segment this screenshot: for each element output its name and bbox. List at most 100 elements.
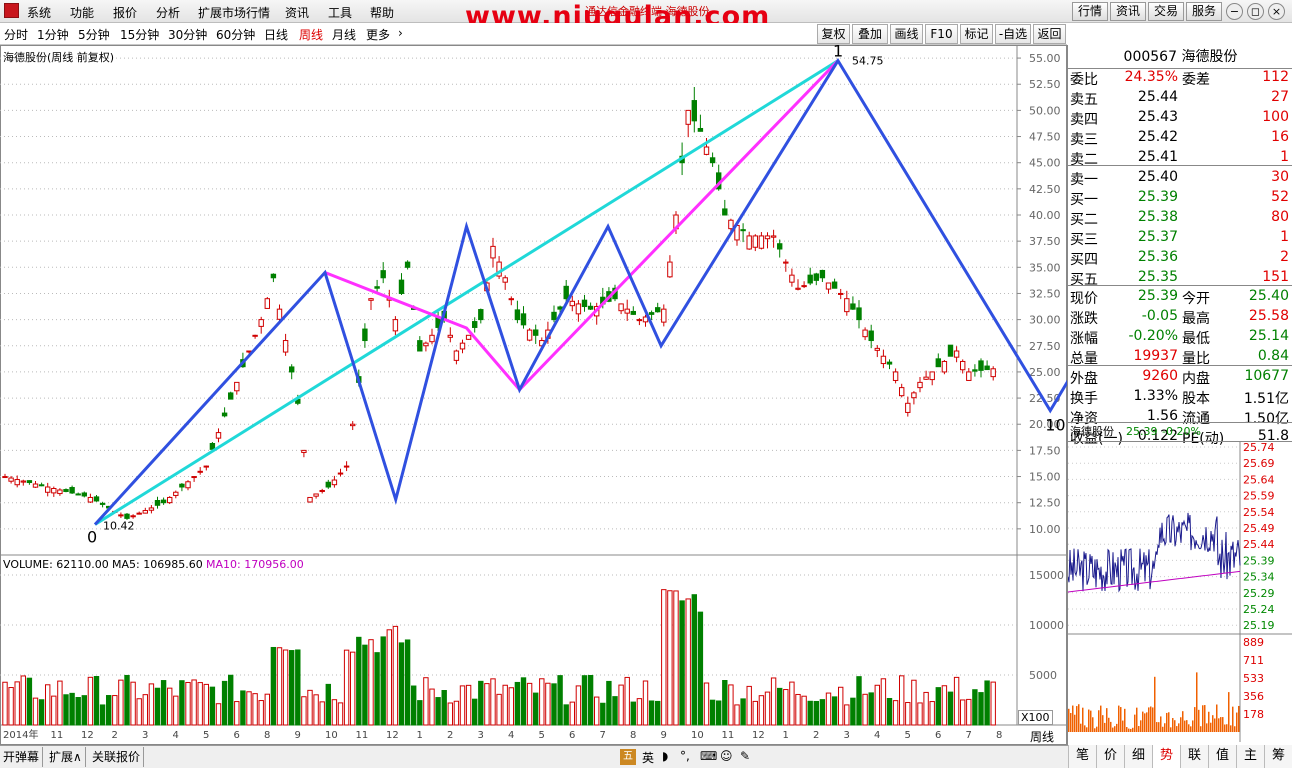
candle-body: [813, 273, 819, 281]
vol-tick-label: 10000: [1029, 619, 1064, 632]
menu-analysis[interactable]: 分析: [156, 4, 180, 21]
mini-price-tick: 25.34: [1243, 571, 1275, 584]
menu-functions[interactable]: 功能: [70, 4, 94, 21]
volume-bar: [380, 636, 386, 726]
volume-bar: [514, 681, 521, 726]
period-1min[interactable]: 1分钟: [37, 26, 69, 43]
period-60min[interactable]: 60分钟: [216, 26, 255, 43]
volume-bar: [215, 703, 222, 726]
back-button[interactable]: 返回: [1033, 24, 1066, 44]
period-weekly[interactable]: 周线: [299, 26, 323, 43]
volume-bar: [423, 677, 429, 726]
related-quotes-button[interactable]: 关联报价: [89, 747, 145, 767]
candle-body: [87, 496, 94, 503]
volume-bar: [14, 681, 20, 726]
panel-tab[interactable]: 主: [1236, 745, 1264, 768]
kline-svg[interactable]: 55.00 52.50 50.00 47.50 45.00 42.50 40.00 37.50…: [0, 45, 1067, 745]
keyboard-icon[interactable]: ⌨: [700, 749, 717, 763]
x-tick-label: 6: [569, 730, 575, 741]
quote-row: 总量 19937 量比 0.84: [1068, 347, 1292, 367]
f10-button[interactable]: F10: [925, 24, 958, 44]
quote-row: 买三 25.37 1: [1068, 228, 1292, 248]
quote-row: 现价 25.39 今开 25.40: [1068, 287, 1292, 307]
draw-line-button[interactable]: 画线: [890, 24, 923, 44]
kline-chart-area[interactable]: 55.00 52.50 50.00 47.50 45.00 42.50 40.00 37.50…: [0, 45, 1067, 745]
period-daily[interactable]: 日线: [264, 26, 288, 43]
volume-bar: [490, 678, 496, 726]
mini-vol-bar: [1102, 715, 1104, 732]
intraday-chart[interactable]: 25.74 25.69 25.64 25.59 25.54 25.49 25.44 25.39…: [1068, 442, 1292, 742]
ime-english[interactable]: 英: [642, 749, 654, 766]
candle-body: [850, 303, 856, 310]
volume-bar: [411, 685, 417, 726]
restore-icon[interactable]: ◻: [1247, 3, 1264, 20]
panel-tab[interactable]: 势: [1152, 745, 1180, 768]
y-tick-label: 37.50: [1029, 235, 1061, 248]
mini-vol-bar: [1140, 720, 1142, 732]
candle-body: [795, 287, 801, 290]
mini-vol-bar: [1120, 707, 1122, 732]
candle-body: [581, 299, 588, 308]
mini-stock-name: 海德股份: [1070, 425, 1114, 438]
quote-value-2: 30: [1271, 169, 1289, 185]
menu-system[interactable]: 系统: [27, 4, 51, 21]
period-15min[interactable]: 15分钟: [120, 26, 159, 43]
period-more[interactable]: 更多: [366, 26, 390, 43]
trade-button[interactable]: 交易: [1148, 2, 1184, 21]
adjust-rights-button[interactable]: 复权: [817, 24, 850, 44]
close-icon[interactable]: ×: [1268, 3, 1285, 20]
moon-icon[interactable]: ◗: [662, 749, 668, 763]
mini-price-tick: 25.24: [1243, 603, 1275, 616]
panel-tab[interactable]: 笔: [1068, 745, 1096, 768]
menu-tools[interactable]: 工具: [328, 4, 352, 21]
panel-tab[interactable]: 价: [1096, 745, 1124, 768]
user-icon[interactable]: ☺: [720, 749, 733, 763]
punctuation-icon[interactable]: °,: [680, 749, 690, 763]
period-tick[interactable]: 分时: [4, 26, 28, 43]
quote-label: 买四: [1070, 252, 1098, 268]
input-method-icon[interactable]: 五: [620, 749, 636, 765]
quote-value-2: 25.14: [1248, 328, 1289, 344]
overlay-button[interactable]: 叠加: [852, 24, 888, 44]
quote-value-2: 0.84: [1257, 348, 1289, 364]
candle-body: [838, 292, 844, 295]
service-button[interactable]: 服务: [1186, 2, 1222, 21]
panel-tab[interactable]: 联: [1180, 745, 1208, 768]
quote-label: 买五: [1070, 272, 1098, 288]
info-button[interactable]: 资讯: [1110, 2, 1146, 21]
chevron-right-icon[interactable]: ›: [398, 26, 403, 40]
volume-bar: [484, 683, 490, 726]
menu-help[interactable]: 帮助: [370, 4, 394, 21]
period-5min[interactable]: 5分钟: [78, 26, 110, 43]
extended-button[interactable]: 扩展∧: [46, 747, 86, 767]
period-30min[interactable]: 30分钟: [168, 26, 207, 43]
quote-value-2: 52: [1271, 189, 1289, 205]
candle-body: [655, 307, 661, 313]
volume-bar: [441, 690, 447, 726]
panel-tab[interactable]: 细: [1124, 745, 1152, 768]
menu-quotes[interactable]: 报价: [113, 4, 137, 21]
quote-value: 25.36: [1137, 249, 1178, 265]
popup-button[interactable]: 开弹幕: [0, 747, 44, 767]
menu-info[interactable]: 资讯: [285, 4, 309, 21]
wrench-icon[interactable]: ✎: [740, 749, 750, 763]
quote-label: 卖四: [1070, 112, 1098, 128]
mini-vol-bar: [1210, 722, 1212, 732]
candle-body: [856, 307, 862, 321]
mini-vol-bar: [1238, 705, 1240, 732]
mark-button[interactable]: 标记: [960, 24, 993, 44]
wave-label-1: 1: [833, 45, 843, 61]
volume-bar: [526, 682, 533, 726]
panel-tab[interactable]: 筹: [1264, 745, 1292, 768]
minimize-icon[interactable]: −: [1226, 3, 1243, 20]
volume-bar: [667, 590, 673, 726]
add-watchlist-button[interactable]: -自选: [995, 24, 1031, 44]
quote-value: 25.39: [1137, 288, 1178, 304]
candle-body: [911, 392, 917, 399]
panel-tab[interactable]: 值: [1208, 745, 1236, 768]
quote-label-2: 最高: [1182, 311, 1210, 327]
quotes-button[interactable]: 行情: [1072, 2, 1108, 21]
period-monthly[interactable]: 月线: [332, 26, 356, 43]
menu-extended-market[interactable]: 扩展市场行情: [198, 4, 270, 21]
candle-body: [941, 360, 948, 373]
